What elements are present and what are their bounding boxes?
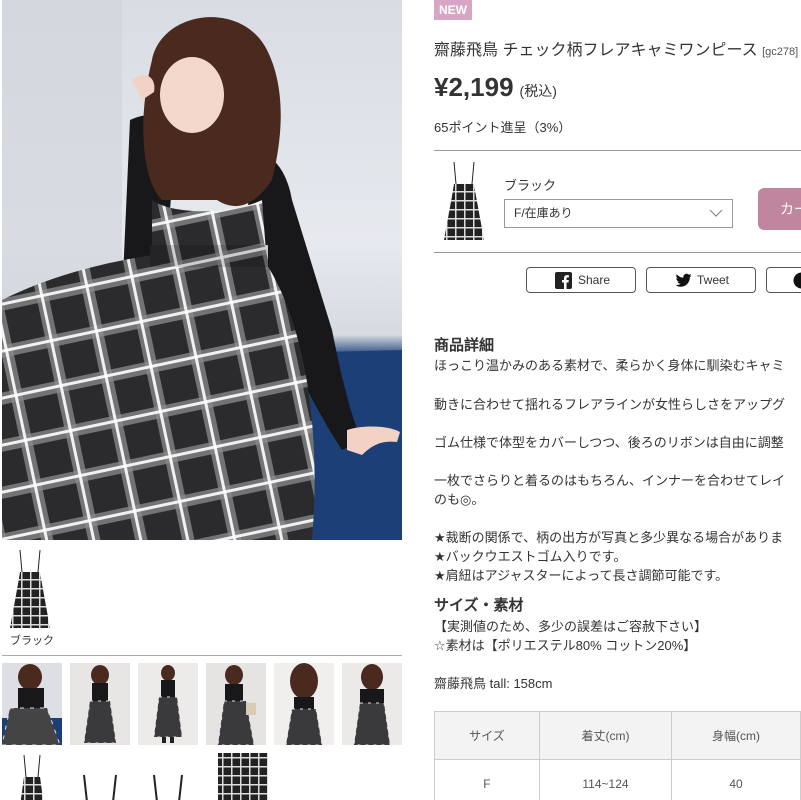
chevron-down-icon (709, 209, 723, 217)
size-select-value: F/在庫あり (514, 206, 573, 220)
thumbnail-image[interactable] (70, 663, 130, 745)
detail-line: ほっこり温かみのある素材で、柔らかく身体に馴染むキャミ (434, 358, 785, 373)
points-note: 65ポイント進呈（3%） (434, 120, 572, 135)
model-height: 齋藤飛鳥 tall: 158cm (434, 676, 553, 691)
product-price: ¥2,199 (税込) (434, 72, 557, 103)
swatch-label: ブラック (10, 635, 54, 647)
thumbnail-image[interactable] (274, 663, 334, 745)
share-label: Share (578, 273, 611, 287)
gallery-divider (2, 655, 402, 656)
facebook-icon (555, 272, 572, 289)
tweet-label: Tweet (697, 273, 730, 287)
new-badge: NEW (434, 0, 472, 20)
size-table-cell: 114~124 (538, 759, 673, 800)
details-heading: 商品詳細 (434, 337, 495, 354)
table-row: F 114~124 40 (434, 759, 801, 800)
thumbnail-image[interactable] (342, 663, 402, 745)
product-name: 齋藤飛鳥 チェック柄フレアキャミワンピース (434, 42, 758, 59)
size-stock-select[interactable]: F/在庫あり (504, 199, 733, 228)
size-table-cell: 40 (671, 759, 801, 800)
size-table-cell: F (434, 759, 540, 800)
material-line: 【実測値のため、多少の誤差はご容赦下さい】 (434, 619, 708, 634)
material-line: ☆素材は【ポリエステル80% コットン20%】 (434, 638, 697, 653)
tax-note: (税込) (519, 83, 557, 99)
detail-line: ゴム仕様で体型をカバーしつつ、後ろのリボンは自由に調整 (434, 435, 784, 450)
product-title: 齋藤飛鳥 チェック柄フレアキャミワンピース [gc278] (434, 36, 798, 60)
size-material-heading: サイズ・素材 (434, 597, 524, 614)
line-share-button[interactable] (766, 267, 801, 293)
size-table-header: サイズ (434, 711, 540, 760)
thumbnail-image[interactable] (218, 753, 268, 800)
variant-thumbnail (444, 161, 484, 240)
divider (434, 252, 801, 253)
product-code: [gc278] (762, 46, 799, 58)
thumbnail-image[interactable] (206, 663, 266, 745)
size-table: サイズ 着丈(cm) 身幅(cm) F 114~124 40 (434, 711, 801, 800)
line-icon (793, 272, 801, 289)
detail-line: ★裁断の関係で、柄の出方が写真と多少異なる場合がありま (434, 530, 784, 545)
detail-line: ★バックウエストゴム入りです。 (434, 549, 627, 564)
detail-line: のも◎。 (434, 492, 485, 507)
detail-line: 一枚でさらりと着るのはもちろん、インナーを合わせてレイ (434, 473, 786, 488)
model-wearing-dress-illustration (2, 0, 402, 540)
add-to-cart-button[interactable]: カート (758, 188, 801, 230)
thumbnail-image[interactable] (2, 663, 62, 745)
facebook-share-button[interactable]: Share (526, 267, 636, 293)
price-value: ¥2,199 (434, 72, 514, 102)
size-table-header: 着丈(cm) (538, 711, 673, 760)
size-table-header-row: サイズ 着丈(cm) 身幅(cm) (434, 711, 801, 760)
variant-color-label: ブラック (504, 178, 557, 193)
detail-line: ★肩紐はアジャスターによって長さ調節可能です。 (434, 568, 729, 583)
thumbnail-image[interactable] (138, 753, 198, 800)
twitter-bird-icon (675, 273, 692, 287)
color-swatch-black[interactable] (8, 548, 56, 630)
divider (434, 150, 801, 151)
thumbnail-image[interactable] (138, 663, 198, 745)
detail-line: 動きに合わせて揺れるフレアラインが女性らしさをアップグ (434, 397, 786, 412)
main-product-photo[interactable] (2, 0, 402, 540)
twitter-tweet-button[interactable]: Tweet (646, 267, 756, 293)
size-table-header: 身幅(cm) (671, 711, 801, 760)
dress-swatch-icon (10, 549, 50, 628)
thumbnail-image[interactable] (70, 753, 130, 800)
thumbnail-image[interactable] (2, 753, 62, 800)
